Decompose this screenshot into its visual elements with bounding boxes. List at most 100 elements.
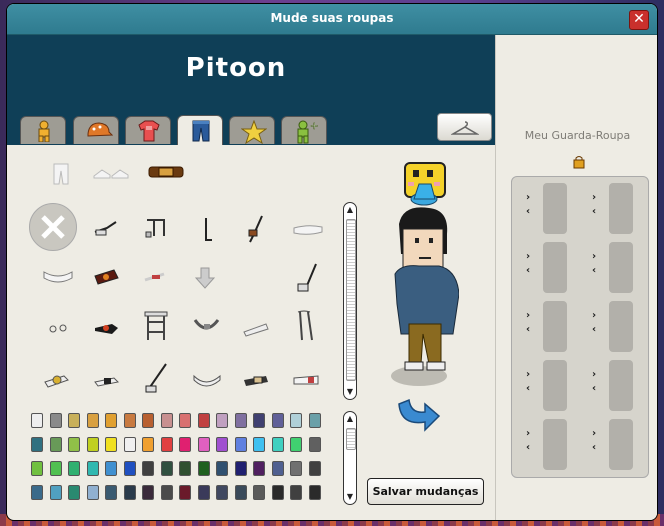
item-small-rings[interactable] <box>47 322 87 352</box>
rotate-avatar-icon[interactable] <box>395 396 443 432</box>
items-scrollbar[interactable]: ▲ ▼ <box>343 202 357 400</box>
color-swatch[interactable] <box>271 485 284 500</box>
item-long-strap[interactable] <box>292 262 332 292</box>
color-swatch[interactable] <box>142 461 154 476</box>
color-swatch[interactable] <box>216 461 228 476</box>
color-swatch[interactable] <box>216 413 228 428</box>
palette-scrollbar[interactable]: ▲ ▼ <box>343 411 357 505</box>
color-swatch[interactable] <box>123 413 136 428</box>
item-suspenders[interactable] <box>142 216 182 246</box>
color-swatch[interactable] <box>160 437 173 452</box>
items-scroll-thumb[interactable] <box>346 219 356 381</box>
pants-item-white-jeans[interactable] <box>47 159 87 189</box>
wardrobe-prev-arrow[interactable]: ‹ <box>592 384 596 394</box>
color-swatch[interactable] <box>234 485 247 500</box>
color-swatch[interactable] <box>105 413 117 428</box>
wardrobe-slot[interactable] <box>609 360 633 411</box>
color-swatch[interactable] <box>308 485 321 500</box>
item-flame-belt[interactable] <box>92 266 132 296</box>
wardrobe-slot[interactable] <box>609 301 633 352</box>
color-swatch[interactable] <box>49 485 62 500</box>
wardrobe-next-arrow[interactable]: › <box>592 311 596 321</box>
tab-pants[interactable] <box>177 115 223 145</box>
wardrobe-slot[interactable] <box>543 360 567 411</box>
wardrobe-prev-arrow[interactable]: ‹ <box>592 325 596 335</box>
color-swatch[interactable] <box>234 461 247 476</box>
wardrobe-prev-arrow[interactable]: ‹ <box>592 207 596 217</box>
scroll-up-arrow-icon[interactable]: ▲ <box>345 205 355 215</box>
color-swatch[interactable] <box>290 461 302 476</box>
item-leather-strap[interactable] <box>242 214 282 244</box>
item-gold-belt[interactable] <box>42 370 82 400</box>
wardrobe-prev-arrow[interactable]: ‹ <box>526 266 530 276</box>
color-swatch[interactable] <box>179 485 191 500</box>
color-swatch[interactable] <box>271 413 284 428</box>
color-swatch[interactable] <box>271 461 284 476</box>
color-swatch[interactable] <box>142 437 154 452</box>
color-swatch[interactable] <box>142 413 154 428</box>
wardrobe-toggle-button[interactable] <box>437 113 492 141</box>
color-swatch[interactable] <box>123 437 136 452</box>
remove-item-button[interactable] <box>29 203 77 251</box>
wardrobe-slot[interactable] <box>543 183 567 234</box>
item-strap-belt[interactable] <box>192 216 232 246</box>
item-chain-belt[interactable] <box>92 216 132 246</box>
wardrobe-next-arrow[interactable]: › <box>592 370 596 380</box>
palette-scroll-thumb[interactable] <box>346 428 356 450</box>
wardrobe-slot[interactable] <box>609 419 633 470</box>
color-swatch[interactable] <box>234 413 247 428</box>
wardrobe-next-arrow[interactable]: › <box>526 429 530 439</box>
color-swatch[interactable] <box>86 437 99 452</box>
item-striped-belt[interactable] <box>42 266 82 296</box>
wardrobe-slot[interactable] <box>543 301 567 352</box>
palette-scroll-down-icon[interactable]: ▼ <box>345 492 355 502</box>
wardrobe-next-arrow[interactable]: › <box>592 429 596 439</box>
tab-hats[interactable] <box>73 116 119 144</box>
color-swatch[interactable] <box>105 461 117 476</box>
color-swatch[interactable] <box>68 413 80 428</box>
color-swatch[interactable] <box>290 485 302 500</box>
item-wave-belt[interactable] <box>192 370 232 400</box>
wardrobe-next-arrow[interactable]: › <box>592 193 596 203</box>
save-changes-button[interactable]: Salvar mudanças <box>367 478 484 505</box>
wardrobe-next-arrow[interactable]: › <box>526 311 530 321</box>
color-swatch[interactable] <box>197 461 210 476</box>
color-swatch[interactable] <box>49 413 62 428</box>
color-swatch[interactable] <box>197 413 210 428</box>
color-swatch[interactable] <box>123 485 136 500</box>
color-swatch[interactable] <box>31 437 43 452</box>
item-down-arrow[interactable] <box>195 266 235 296</box>
color-swatch[interactable] <box>290 437 302 452</box>
tab-shirts[interactable] <box>125 116 171 144</box>
item-thin-strap[interactable] <box>142 362 182 393</box>
color-swatch[interactable] <box>216 437 228 452</box>
color-swatch[interactable] <box>105 485 117 500</box>
color-swatch[interactable] <box>216 485 228 500</box>
color-swatch[interactable] <box>308 461 321 476</box>
color-swatch[interactable] <box>68 485 80 500</box>
wardrobe-next-arrow[interactable]: › <box>592 252 596 262</box>
wardrobe-prev-arrow[interactable]: ‹ <box>526 325 530 335</box>
wardrobe-slot[interactable] <box>609 183 633 234</box>
color-swatch[interactable] <box>123 461 136 476</box>
color-swatch[interactable] <box>253 461 265 476</box>
color-swatch[interactable] <box>160 485 173 500</box>
item-twin-straps[interactable] <box>292 310 332 341</box>
color-swatch[interactable] <box>179 413 191 428</box>
color-swatch[interactable] <box>31 413 43 428</box>
color-swatch[interactable] <box>253 413 265 428</box>
color-swatch[interactable] <box>86 485 99 500</box>
wardrobe-prev-arrow[interactable]: ‹ <box>592 443 596 453</box>
wardrobe-slot[interactable] <box>543 419 567 470</box>
item-dark-belt[interactable] <box>92 318 132 348</box>
shoes-item-white[interactable] <box>92 162 132 192</box>
item-ribbon-belt[interactable] <box>192 316 232 346</box>
color-swatch[interactable] <box>308 413 321 428</box>
item-checked-belt[interactable] <box>242 370 282 400</box>
wardrobe-next-arrow[interactable]: › <box>526 370 530 380</box>
wardrobe-slot[interactable] <box>609 242 633 293</box>
item-red-strap[interactable] <box>142 266 182 296</box>
tab-effects[interactable]: + <box>281 116 327 144</box>
item-grey-belt[interactable] <box>242 320 282 350</box>
color-swatch[interactable] <box>234 437 247 452</box>
